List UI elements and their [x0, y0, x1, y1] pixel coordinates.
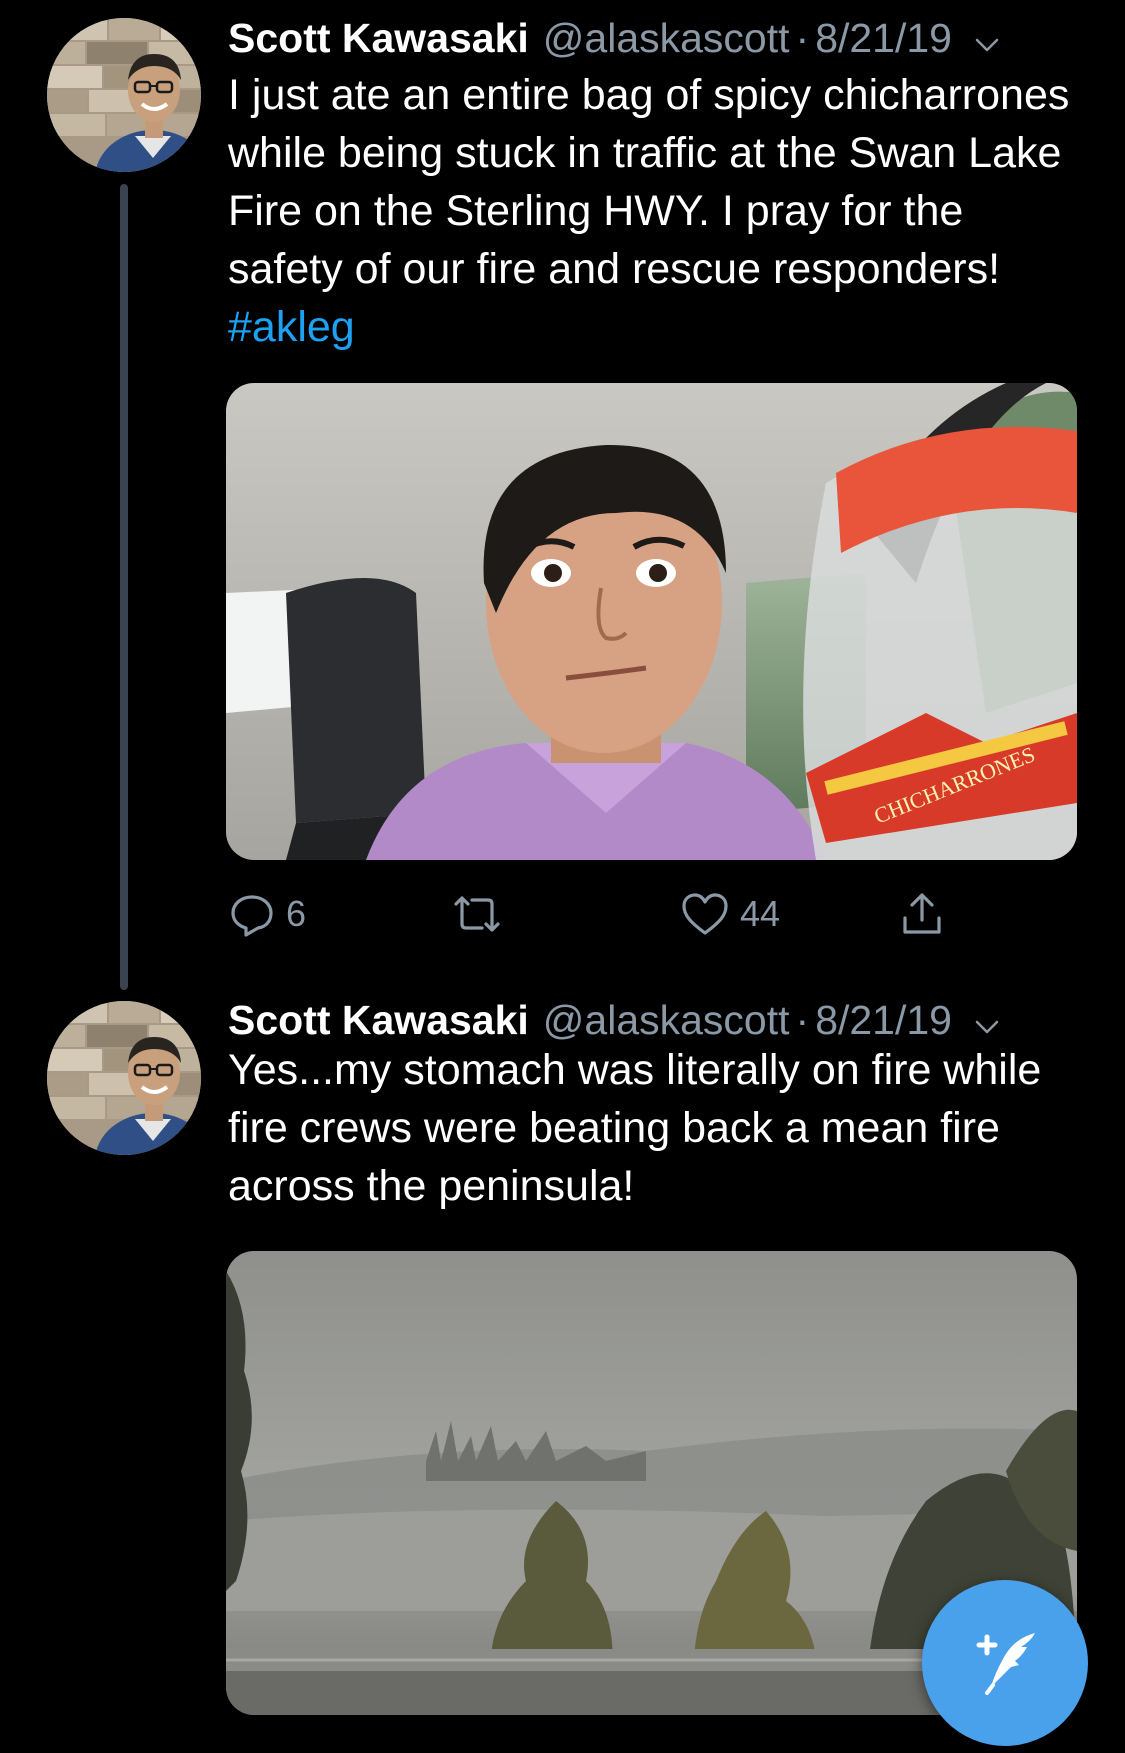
compose-tweet-button[interactable] [922, 1580, 1088, 1746]
reply-button[interactable]: 6 [228, 884, 306, 944]
like-button[interactable]: 44 [680, 884, 780, 944]
tweet-header: Scott Kawasaki @alaskascott · 8/21/19 [228, 10, 1085, 66]
tweet[interactable]: Scott Kawasaki @alaskascott · 8/21/19 I … [0, 0, 1125, 990]
like-count: 44 [740, 893, 781, 934]
tweet-header: Scott Kawasaki @alaskascott · 8/21/19 [228, 992, 1085, 1048]
reply-icon [228, 890, 276, 938]
avatar-photo [47, 1001, 201, 1155]
tweet-date[interactable]: 8/21/19 [815, 15, 952, 62]
tweet-photo[interactable]: CHICHARRONES [226, 383, 1077, 860]
avatar-photo [47, 18, 201, 172]
tweet-text: Yes...my stomach was literally on fire w… [228, 1046, 1042, 1210]
hashtag-link[interactable]: #akleg [228, 303, 355, 351]
retweet-icon [448, 890, 506, 938]
chevron-down-icon[interactable] [972, 23, 1002, 53]
avatar[interactable] [47, 18, 201, 172]
avatar[interactable] [47, 1001, 201, 1155]
tweet-text: I just ate an entire bag of spicy chicha… [228, 66, 1088, 356]
tweet-date[interactable]: 8/21/19 [815, 997, 952, 1044]
share-icon [898, 890, 946, 938]
author-handle[interactable]: @alaskascott [543, 15, 790, 62]
author-name[interactable]: Scott Kawasaki [228, 997, 529, 1044]
selfie-image: CHICHARRONES [226, 383, 1077, 860]
retweet-button[interactable] [448, 884, 516, 944]
author-handle[interactable]: @alaskascott [543, 997, 790, 1044]
reply-count: 6 [286, 893, 307, 934]
tweet-actions: 6 44 [228, 884, 988, 944]
thread-line [120, 184, 128, 990]
like-icon [680, 890, 730, 938]
author-name[interactable]: Scott Kawasaki [228, 15, 529, 62]
chevron-down-icon[interactable] [972, 1005, 1002, 1035]
share-button[interactable] [898, 884, 946, 944]
compose-tweet-icon [965, 1621, 1045, 1706]
tweet-body: I just ate an entire bag of spicy chicha… [228, 71, 1070, 293]
header-separator: · [795, 14, 810, 61]
header-separator: · [795, 996, 810, 1043]
